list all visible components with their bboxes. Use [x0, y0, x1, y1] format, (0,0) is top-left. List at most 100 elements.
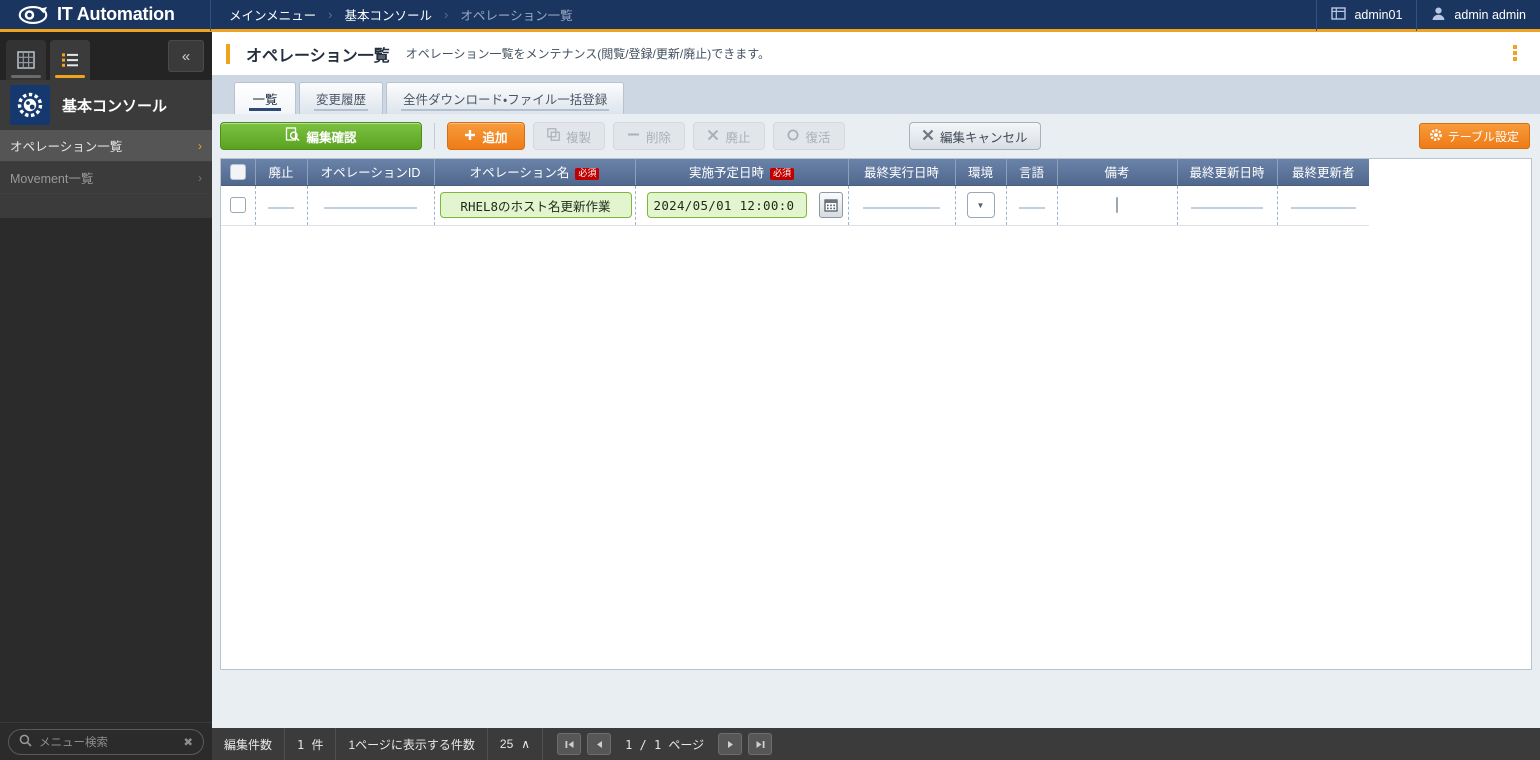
environment-select[interactable]: ▼: [967, 192, 995, 218]
column-label: 備考: [1104, 166, 1129, 180]
chevron-up-icon: ∧: [521, 737, 530, 751]
first-page-button[interactable]: [557, 733, 581, 755]
next-page-button[interactable]: [718, 733, 742, 755]
user-menu[interactable]: admin admin: [1416, 0, 1540, 31]
restore-label: 復活: [805, 127, 830, 146]
delete-label: 削除: [646, 127, 671, 146]
cell-last-updater: [1277, 185, 1369, 225]
edit-count-value: 1 件: [285, 728, 336, 760]
duplicate-button[interactable]: 複製: [533, 122, 605, 150]
cell-scheduled-datetime[interactable]: 2024/05/01 12:00:0: [635, 185, 848, 225]
sidebar-item-label: オペレーション一覧: [10, 136, 122, 155]
breadcrumb-item-main-menu[interactable]: メインメニュー: [229, 5, 316, 24]
column-label: 最終更新者: [1292, 166, 1355, 180]
column-header-last-run-datetime[interactable]: 最終実行日時: [848, 159, 955, 185]
column-header-last-updated[interactable]: 最終更新日時: [1177, 159, 1277, 185]
tab-underline: [55, 75, 85, 78]
table-config-button[interactable]: テーブル設定: [1419, 123, 1530, 149]
brand[interactable]: IT Automation: [0, 0, 210, 31]
brand-text: IT Automation: [57, 4, 175, 25]
page-header: オペレーション一覧 オペレーション一覧をメンテナンス(閲覧/登録/更新/廃止)で…: [212, 32, 1540, 76]
last-page-button[interactable]: [748, 733, 772, 755]
toolbar: 編集確認 追加 複製: [212, 114, 1540, 158]
vertical-dots-icon: [1513, 51, 1517, 55]
column-header-note[interactable]: 備考: [1057, 159, 1177, 185]
sidebar-filler: [0, 242, 212, 722]
sidebar-tab-grid-view[interactable]: [6, 40, 46, 80]
column-header-language[interactable]: 言語: [1006, 159, 1057, 185]
page-indicator: 1 / 1 ページ: [617, 736, 712, 753]
menu-search: メニュー検索 ✖: [0, 722, 212, 760]
data-table-container: 廃止 オペレーションID オペレーション名必須 実施予定日時必須 最終実行日時 …: [220, 158, 1532, 670]
cell-language: [1006, 185, 1057, 225]
clear-icon[interactable]: ✖: [183, 735, 193, 749]
page-title: オペレーション一覧: [246, 42, 390, 66]
column-header-environment[interactable]: 環境: [955, 159, 1006, 185]
workspace-selector[interactable]: admin01: [1316, 0, 1416, 31]
user-label: admin admin: [1454, 8, 1526, 22]
empty-placeholder: [1019, 207, 1045, 209]
chevron-right-icon: ›: [198, 139, 202, 153]
menu-search-input[interactable]: メニュー検索 ✖: [8, 729, 204, 755]
prev-page-button[interactable]: [587, 733, 611, 755]
add-label: 追加: [482, 127, 507, 146]
page-menu-button[interactable]: [1500, 38, 1530, 68]
column-label: 言語: [1019, 166, 1044, 180]
calendar-picker-button[interactable]: [819, 192, 843, 218]
cell-note[interactable]: [1057, 185, 1177, 225]
x-icon: [922, 129, 934, 144]
add-button[interactable]: 追加: [447, 122, 525, 150]
operation-name-input[interactable]: RHEL8のホスト名更新作業: [440, 192, 632, 218]
list-view-icon: [60, 50, 80, 70]
row-checkbox[interactable]: [230, 197, 246, 213]
tab-underline: [11, 75, 41, 78]
cell-row-select[interactable]: [221, 185, 255, 225]
select-all-checkbox[interactable]: [230, 164, 246, 180]
user-avatar-icon: [1431, 6, 1446, 24]
restore-button[interactable]: 復活: [773, 122, 845, 150]
cell-environment[interactable]: ▼: [955, 185, 1006, 225]
calendar-icon: [824, 198, 838, 212]
table-header-row: 廃止 オペレーションID オペレーション名必須 実施予定日時必須 最終実行日時 …: [221, 159, 1369, 185]
breadcrumb-item-operation-list: オペレーション一覧: [460, 5, 572, 24]
sidebar: « 基本コンソール オペレーション一覧 › Movement一覧 ›: [0, 32, 212, 760]
menu-search-placeholder: メニュー検索: [39, 734, 176, 750]
per-page-selector[interactable]: 25 ∧: [488, 728, 543, 760]
per-page-value: 25: [500, 737, 513, 751]
column-header-operation-name[interactable]: オペレーション名必須: [434, 159, 635, 185]
column-header-scheduled-datetime[interactable]: 実施予定日時必須: [635, 159, 848, 185]
cell-operation-name[interactable]: RHEL8のホスト名更新作業: [434, 185, 635, 225]
sidebar-tab-list-view[interactable]: [50, 40, 90, 80]
scheduled-datetime-input[interactable]: 2024/05/01 12:00:0: [647, 192, 807, 218]
sidebar-item-operation-list[interactable]: オペレーション一覧 ›: [0, 130, 212, 162]
column-header-last-updater[interactable]: 最終更新者: [1277, 159, 1369, 185]
tab-list[interactable]: 一覧: [234, 82, 296, 114]
edit-cancel-button[interactable]: 編集キャンセル: [909, 122, 1041, 150]
workspace-icon: [1331, 6, 1346, 24]
chevron-double-left-icon: «: [182, 48, 190, 65]
discard-button[interactable]: 廃止: [693, 122, 765, 150]
column-header-select-all[interactable]: [221, 159, 255, 185]
copy-icon: [547, 128, 560, 144]
column-header-operation-id[interactable]: オペレーションID: [307, 159, 434, 185]
sidebar-menu-rest: [0, 194, 212, 218]
breadcrumb-item-basic-console[interactable]: 基本コンソール: [344, 5, 432, 24]
user-zone: admin01 admin admin: [1316, 0, 1540, 31]
delete-button[interactable]: 削除: [613, 122, 685, 150]
first-page-icon: [564, 739, 575, 750]
tab-underline: [249, 108, 281, 111]
note-input[interactable]: [1116, 197, 1118, 213]
tab-bulk-download-upload[interactable]: 全件ダウンロード・ファイル一括登録: [386, 82, 624, 114]
prev-page-icon: [594, 739, 605, 750]
sidebar-item-movement-list[interactable]: Movement一覧 ›: [0, 162, 212, 194]
chevron-down-icon: ▼: [977, 201, 985, 210]
column-header-discard[interactable]: 廃止: [255, 159, 307, 185]
column-label: オペレーションID: [321, 166, 421, 180]
empty-placeholder: [1191, 207, 1262, 209]
sidebar-collapse-button[interactable]: «: [168, 40, 204, 72]
edit-confirm-label: 編集確認: [306, 127, 356, 146]
tab-change-history[interactable]: 変更履歴: [299, 82, 383, 114]
edit-confirm-button[interactable]: 編集確認: [220, 122, 422, 150]
breadcrumb-separator-icon: ›: [328, 7, 332, 22]
tab-underline: [401, 109, 609, 111]
